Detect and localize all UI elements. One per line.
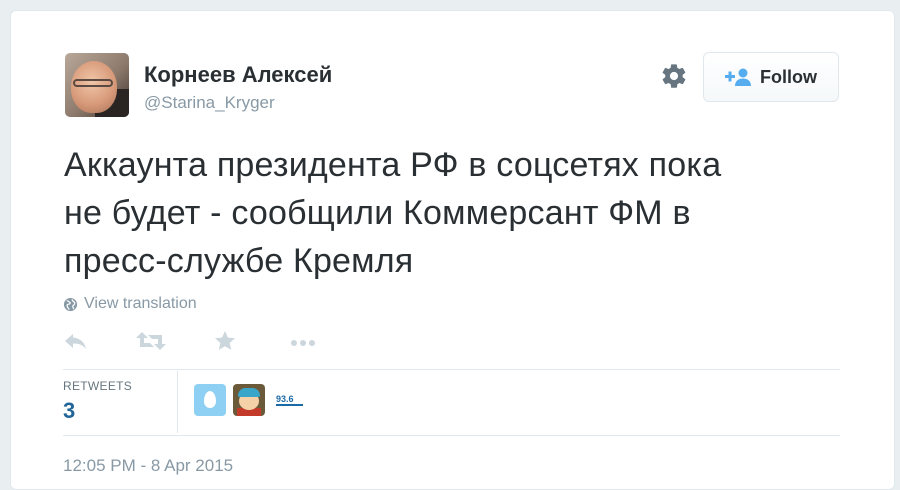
tweet-text-line: пресс-службе Кремля (64, 242, 414, 280)
tweet-text-line: Аккаунта президента РФ в соцсетях пока (64, 146, 722, 184)
author-avatar[interactable] (65, 53, 129, 117)
tweet-timestamp[interactable]: 12:05 PM - 8 Apr 2015 (63, 456, 233, 476)
radio-logo-text: 93.6 (276, 394, 294, 404)
egg-icon (204, 391, 216, 408)
stats-top-divider (63, 369, 840, 370)
retweeter-avatar-cartoon[interactable] (233, 384, 265, 416)
author-name[interactable]: Корнеев Алексей (144, 62, 332, 88)
reply-icon[interactable] (63, 329, 89, 353)
tweet-actions (63, 329, 363, 357)
more-dots-icon[interactable] (289, 329, 317, 353)
tweet-text: Аккаунта президента РФ в соцсетях пока н… (64, 141, 854, 285)
stats-separator (177, 371, 178, 433)
avatar-face (71, 61, 117, 113)
author-handle[interactable]: @Starina_Kryger (144, 93, 275, 113)
tweet-card: Корнеев Алексей @Starina_Kryger Follow А… (10, 10, 895, 490)
retweet-icon[interactable] (135, 329, 167, 353)
avatar-glasses (73, 79, 113, 87)
globe-icon (63, 297, 78, 311)
cartoon-hat (238, 388, 260, 397)
add-user-icon (725, 68, 751, 86)
retweeter-avatar-radio[interactable]: 93.6 (273, 384, 305, 416)
stats-bottom-divider (63, 435, 840, 436)
tweet-text-line: не будет - сообщили Коммерсант ФМ в (64, 194, 691, 232)
gear-icon[interactable] (660, 62, 688, 90)
retweeter-avatar-egg[interactable] (194, 384, 226, 416)
follow-label: Follow (760, 66, 817, 87)
view-translation-label: View translation (84, 295, 197, 312)
retweets-label: RETWEETS (63, 379, 133, 393)
radio-logo-line (276, 404, 303, 406)
view-translation-link[interactable]: View translation (63, 295, 197, 313)
retweets-count[interactable]: 3 (63, 398, 75, 424)
follow-button[interactable]: Follow (703, 52, 839, 102)
favorite-star-icon[interactable] (213, 329, 237, 353)
